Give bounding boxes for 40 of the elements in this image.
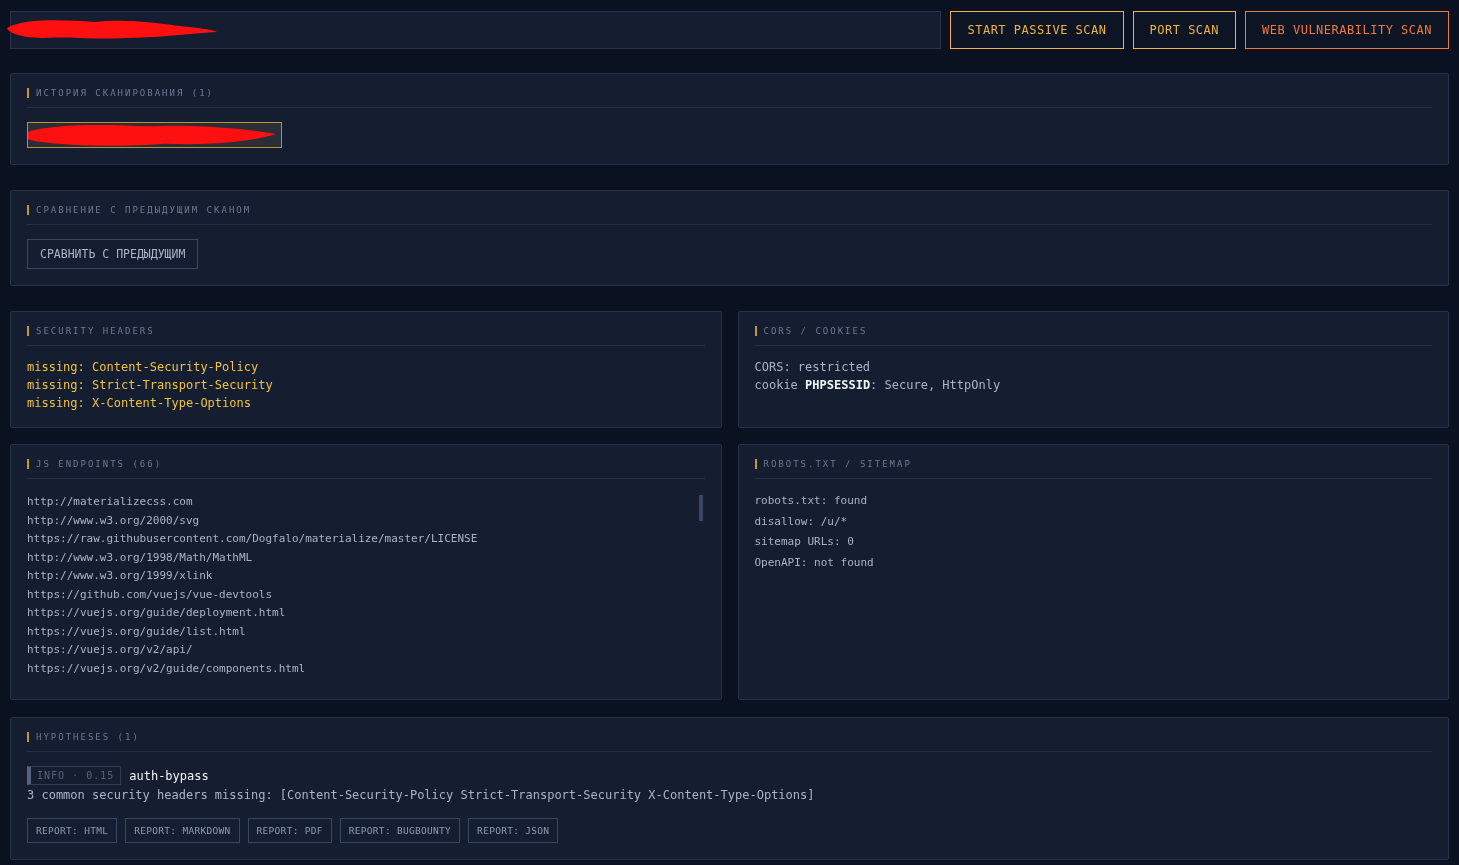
section-title: ROBOTS.TXT / SITEMAP (754, 459, 1432, 469)
endpoint-url: http://www.w3.org/1999/xlink (27, 568, 214, 584)
info-line: CORS: restricted (754, 360, 872, 375)
hypothesis-name: auth-bypass (129, 768, 209, 783)
endpoint-url: http://www.w3.org/1998/Math/MathML (27, 549, 254, 566)
info-line: sitemap URLs: 0 (754, 534, 855, 551)
section-title: СРАВНЕНИЕ С ПРЕДЫДУЩИМ СКАНОМ (27, 205, 1432, 215)
scan-button[interactable]: START PASSIVE SCAN (950, 11, 1124, 49)
info-line: disallow: /u/* (754, 513, 849, 530)
endpoint-url: http://www.w3.org/2000/svg (27, 512, 201, 529)
endpoint-url: https://github.com/vuejs/vue-devtools (27, 586, 274, 603)
missing-header: missing: Content-Security-Policy (27, 360, 260, 375)
section-title: SECURITY HEADERS (27, 326, 705, 336)
report-button[interactable]: REPORT: PDF (247, 818, 332, 843)
endpoint-url: https://raw.githubusercontent.com/Dogfalo/materialize/master/LICENSE (27, 531, 479, 547)
history-entry[interactable] (27, 122, 282, 148)
endpoint-url: https://vuejs.org/v2/guide/components.html (27, 660, 307, 677)
section-title: ИСТОРИЯ СКАНИРОВАНИЯ (1) (27, 88, 1432, 98)
info-line: OpenAPI: not found (754, 555, 875, 572)
report-button[interactable]: REPORT: HTML (27, 818, 118, 843)
scan-button[interactable]: WEB VULNERABILITY SCAN (1245, 11, 1449, 49)
target-field[interactable] (10, 11, 942, 49)
endpoint-url: https://vuejs.org/guide/list.html (27, 623, 247, 640)
report-button[interactable]: REPORT: MARKDOWN (125, 818, 240, 843)
info-line: cookie PHPSESSID: Secure, HttpOnly (754, 378, 1002, 393)
report-button[interactable]: REPORT: JSON (468, 818, 559, 843)
hypothesis-description: 3 common security headers missing: [Content-Security-Policy Strict-Transport-Security X-Content-Type-Options] (27, 788, 816, 802)
scan-button[interactable]: PORT SCAN (1132, 11, 1237, 49)
section-title: JS ENDPOINTS (66) (27, 459, 705, 469)
endpoint-url: http://materializecss.com (27, 494, 194, 510)
compare-button[interactable]: СРАВНИТЬ С ПРЕДЫДУЩИМ (27, 239, 199, 269)
missing-header: missing: Strict-Transport-Security (27, 378, 274, 393)
missing-header: missing: X-Content-Type-Options (27, 396, 252, 411)
section-title: HYPOTHESES (1) (27, 732, 1432, 742)
info-line: robots.txt: found (754, 493, 869, 509)
report-button[interactable]: REPORT: BUGBOUNTY (339, 818, 461, 843)
section-title: CORS / COOKIES (754, 326, 1432, 336)
endpoint-url: https://vuejs.org/guide/deployment.html (27, 605, 287, 621)
severity-badge: INFO · 0.15 (27, 766, 122, 785)
endpoint-url: https://vuejs.org/v2/api/ (27, 642, 194, 658)
